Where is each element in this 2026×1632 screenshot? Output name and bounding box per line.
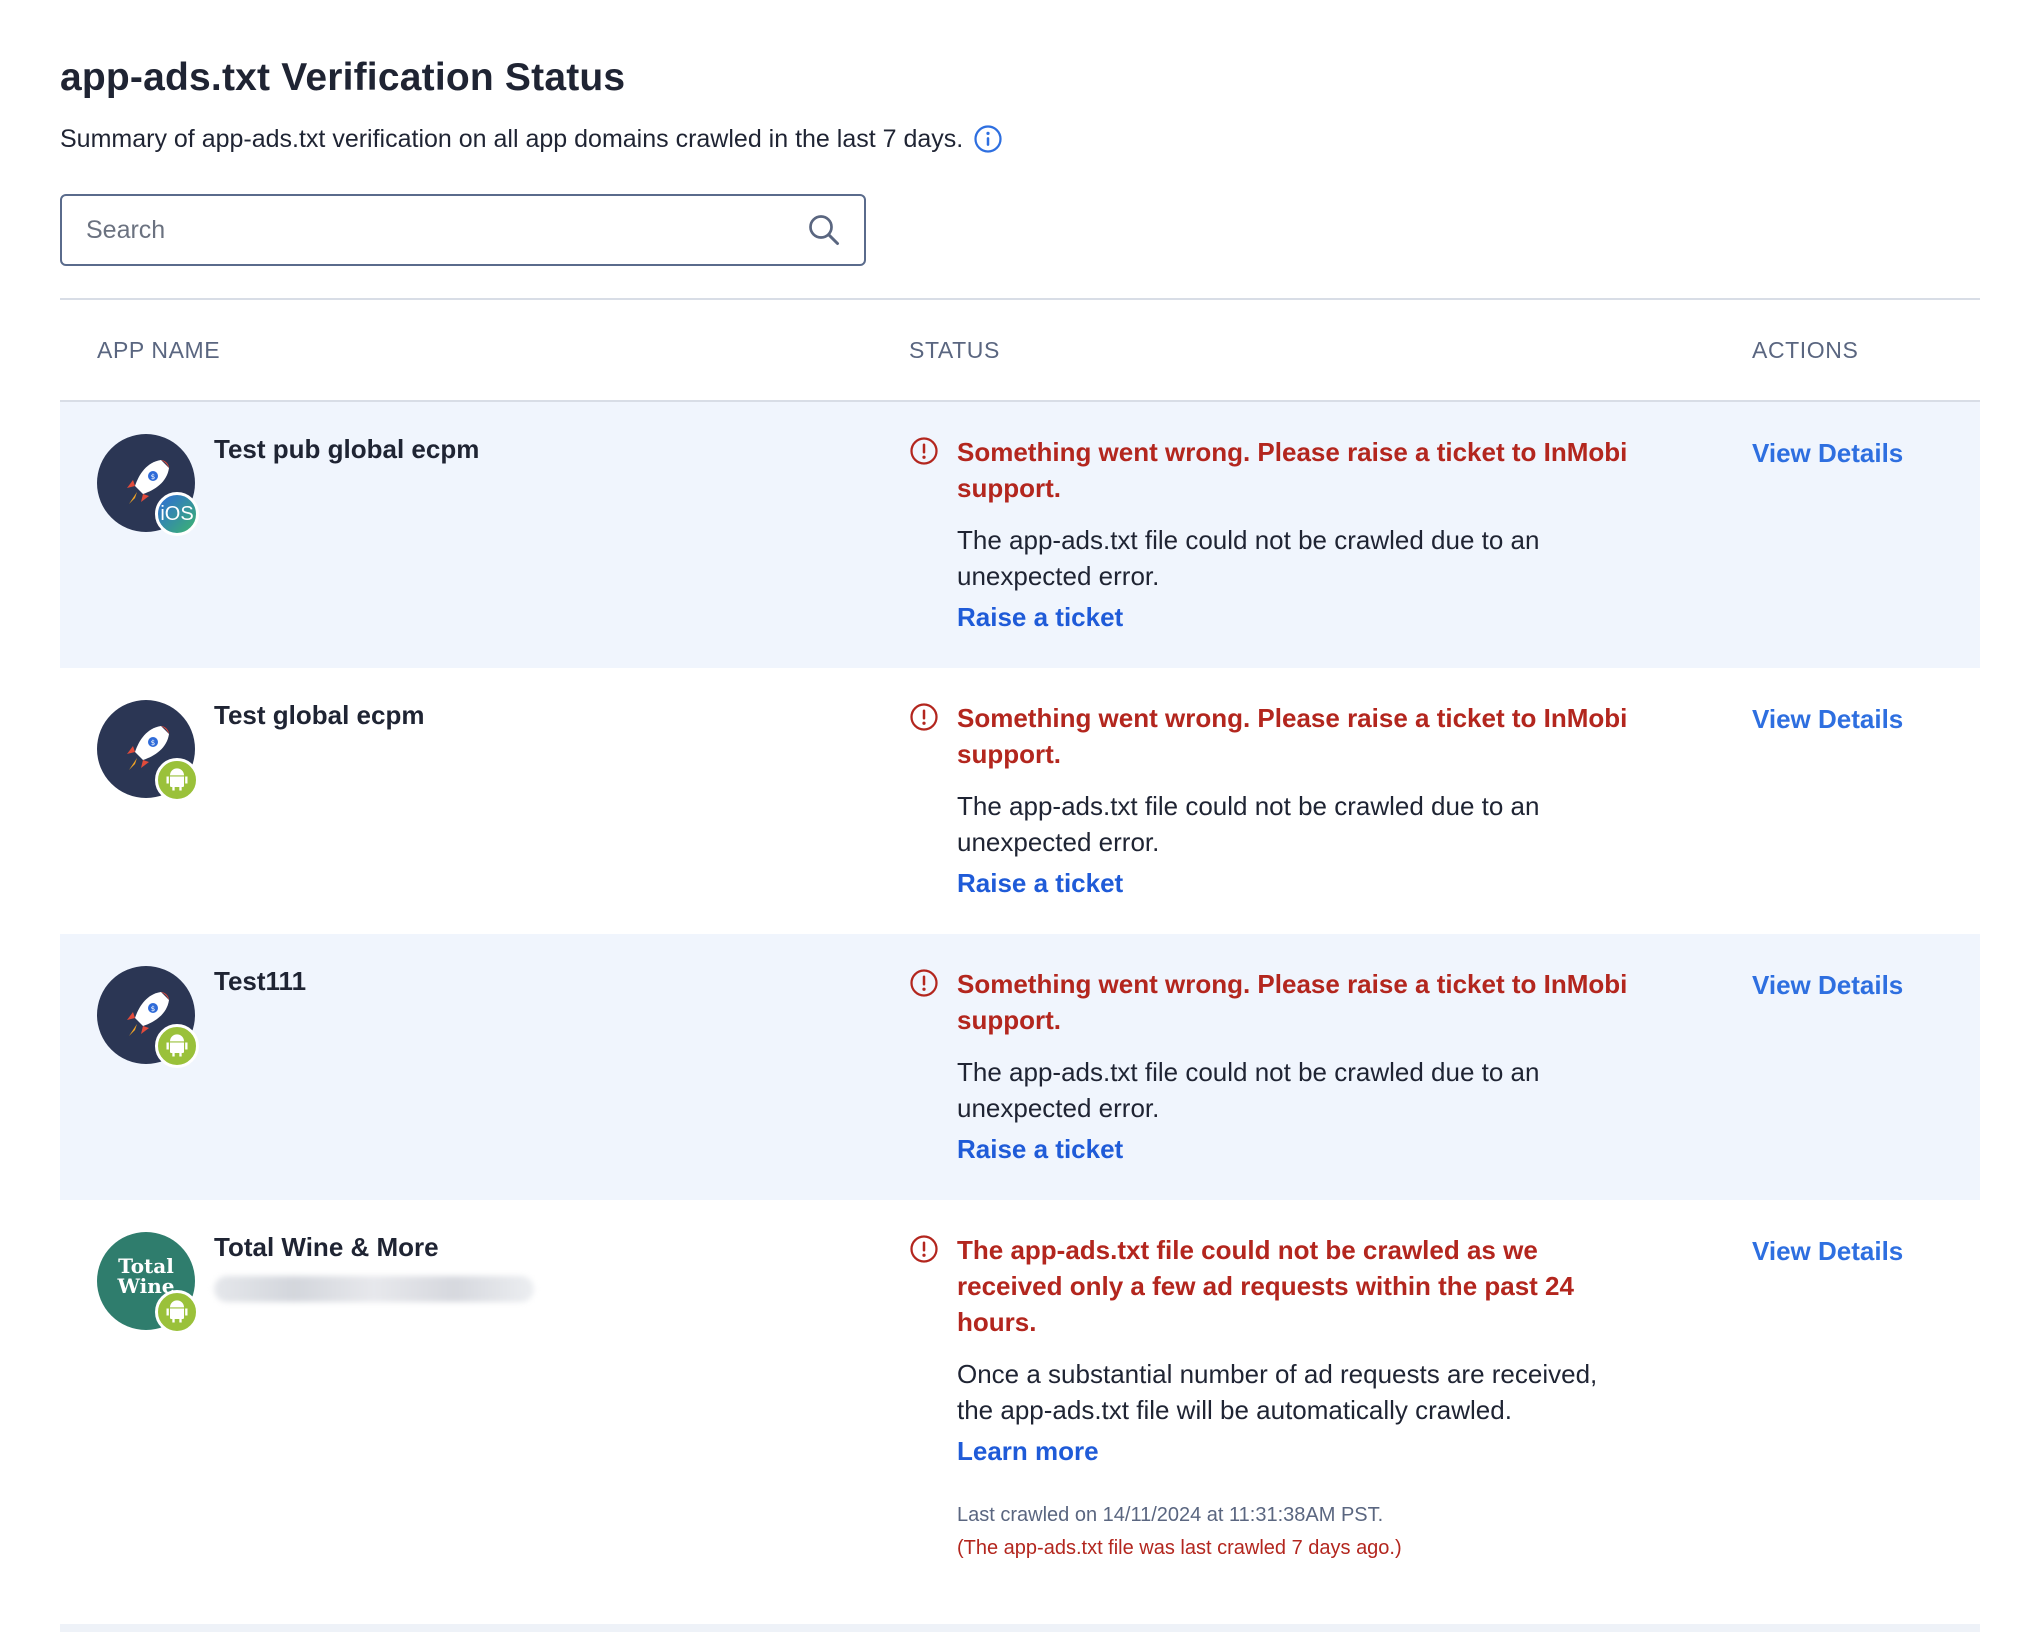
table-row: $ Test global ecpm Something went wrong.… <box>60 668 1980 934</box>
column-header-app-name: APP NAME <box>97 336 221 363</box>
exclamation-circle-icon <box>910 969 938 997</box>
status-title: Something went wrong. Please raise a tic… <box>957 703 1628 769</box>
android-icon <box>155 758 199 802</box>
search-icon[interactable] <box>806 212 842 248</box>
view-details-link[interactable]: View Details <box>1752 438 1903 469</box>
status-title: Something went wrong. Please raise a tic… <box>957 437 1628 503</box>
table-row: Total Wine Total Wine & More The app-ads… <box>60 1200 1980 1632</box>
page-subtitle: Summary of app-ads.txt verification on a… <box>60 124 1003 154</box>
exclamation-circle-icon <box>910 703 938 731</box>
table-header: APP NAME STATUS ACTIONS <box>60 300 1980 402</box>
learn-more-link[interactable]: Learn more <box>957 1432 1099 1470</box>
ios-icon: iOS <box>155 492 199 536</box>
status-description: Once a substantial number of ad requests… <box>957 1359 1598 1425</box>
raise-ticket-link[interactable]: Raise a ticket <box>957 598 1123 636</box>
table-row: $ Test111 Something went wrong. Please r… <box>60 934 1980 1200</box>
android-icon <box>155 1024 199 1068</box>
status-title: The app-ads.txt file could not be crawle… <box>957 1235 1574 1337</box>
info-icon[interactable] <box>973 124 1003 154</box>
app-name: Test global ecpm <box>214 700 425 730</box>
search-input[interactable] <box>86 215 806 245</box>
app-verification-table: APP NAME STATUS ACTIONS $ iOS Test pub g… <box>60 298 1980 1632</box>
redacted-app-id <box>214 1276 534 1302</box>
view-details-link[interactable]: View Details <box>1752 704 1903 735</box>
app-name: Test pub global ecpm <box>214 434 480 464</box>
table-row: $ iOS Test pub global ecpm Something wen… <box>60 402 1980 668</box>
status-cell: Something went wrong. Please raise a tic… <box>909 966 1629 1168</box>
app-name: Total Wine & More <box>214 1232 439 1262</box>
app-avatar: $ iOS <box>97 434 199 536</box>
raise-ticket-link[interactable]: Raise a ticket <box>957 864 1123 902</box>
crawl-warning-text: (The app-ads.txt file was last crawled 7… <box>957 1537 1402 1559</box>
exclamation-circle-icon <box>910 437 938 465</box>
app-avatar: $ <box>97 966 199 1068</box>
app-name: Test111 <box>214 966 307 996</box>
app-avatar: $ <box>97 700 199 802</box>
column-header-actions: ACTIONS <box>1752 336 1859 363</box>
status-title: Something went wrong. Please raise a tic… <box>957 969 1628 1035</box>
page-title: app-ads.txt Verification Status <box>60 56 626 99</box>
status-description: The app-ads.txt file could not be crawle… <box>957 1057 1540 1123</box>
app-avatar: Total Wine <box>97 1232 199 1334</box>
svg-text:$: $ <box>151 1005 155 1013</box>
column-header-status: STATUS <box>909 336 1000 363</box>
status-description: The app-ads.txt file could not be crawle… <box>957 791 1540 857</box>
last-crawled-text: Last crawled on 14/11/2024 at 11:31:38AM… <box>957 1504 1384 1526</box>
android-icon <box>155 1290 199 1334</box>
status-cell: The app-ads.txt file could not be crawle… <box>909 1232 1629 1564</box>
view-details-link[interactable]: View Details <box>1752 970 1903 1001</box>
view-details-link[interactable]: View Details <box>1752 1236 1903 1267</box>
status-cell: Something went wrong. Please raise a tic… <box>909 434 1629 636</box>
svg-text:$: $ <box>151 473 155 481</box>
subtitle-text: Summary of app-ads.txt verification on a… <box>60 124 964 153</box>
next-row-edge <box>60 1624 1980 1632</box>
search-box[interactable] <box>60 194 866 266</box>
svg-text:$: $ <box>151 739 155 747</box>
raise-ticket-link[interactable]: Raise a ticket <box>957 1130 1123 1168</box>
exclamation-circle-icon <box>910 1235 938 1263</box>
status-description: The app-ads.txt file could not be crawle… <box>957 525 1540 591</box>
page: app-ads.txt Verification Status Summary … <box>0 0 2026 1632</box>
platform-label: iOS <box>160 502 194 525</box>
status-cell: Something went wrong. Please raise a tic… <box>909 700 1629 902</box>
